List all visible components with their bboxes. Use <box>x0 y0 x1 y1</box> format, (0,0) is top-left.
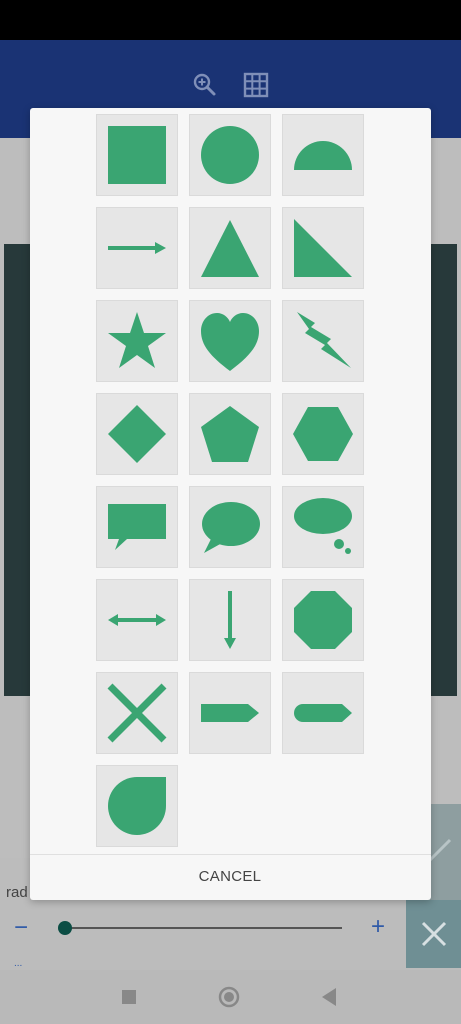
home-icon[interactable] <box>216 984 242 1010</box>
pentagon-arrow-icon <box>201 704 259 722</box>
close-icon <box>421 921 447 947</box>
x-cross-icon <box>107 683 167 743</box>
shape-rectangle-speech-bubble[interactable] <box>96 486 178 568</box>
double-arrow-icon <box>108 614 166 626</box>
lightning-bolt-icon <box>297 312 351 368</box>
arrow-right-icon <box>108 242 166 254</box>
decrease-button[interactable]: − <box>14 916 28 940</box>
square-icon <box>108 126 166 184</box>
octagon-icon <box>294 591 352 649</box>
shape-heart[interactable] <box>189 300 271 382</box>
heart-icon <box>201 313 259 371</box>
zoom-in-icon[interactable] <box>192 72 218 98</box>
shape-pentagon[interactable] <box>189 393 271 475</box>
shape-triangle[interactable] <box>189 207 271 289</box>
shape-arrow-down[interactable] <box>189 579 271 661</box>
shape-circle[interactable] <box>189 114 271 196</box>
diamond-icon <box>108 405 166 463</box>
radius-label: rad <box>6 884 28 901</box>
shape-square[interactable] <box>96 114 178 196</box>
increase-button[interactable]: + <box>371 915 385 939</box>
arrow-down-icon <box>224 591 236 649</box>
shape-octagon[interactable] <box>282 579 364 661</box>
triangle-icon <box>201 220 259 277</box>
shape-x-cross[interactable] <box>96 672 178 754</box>
shape-thought-bubble[interactable] <box>282 486 364 568</box>
rectangle-speech-bubble-icon <box>108 504 166 550</box>
rounded-tag-icon <box>294 704 352 722</box>
half-circle-icon <box>294 141 352 170</box>
shape-lightning-bolt[interactable] <box>282 300 364 382</box>
shape-picker-dialog: CANCEL <box>30 108 431 900</box>
teardrop-icon <box>108 777 166 835</box>
recents-icon[interactable] <box>116 984 142 1010</box>
cancel-button[interactable]: CANCEL <box>180 863 280 889</box>
system-nav-bar <box>0 970 461 1024</box>
tiny-label: ... <box>14 958 23 969</box>
star-icon <box>108 312 166 368</box>
close-action-button[interactable] <box>406 900 461 968</box>
shape-arrow-right[interactable] <box>96 207 178 289</box>
shape-half-circle[interactable] <box>282 114 364 196</box>
back-icon[interactable] <box>316 984 342 1010</box>
thought-bubble-icon <box>294 498 352 554</box>
oval-speech-bubble-icon <box>202 502 260 553</box>
circle-icon <box>201 126 259 184</box>
radius-slider-track[interactable] <box>60 927 342 929</box>
shape-right-triangle[interactable] <box>282 207 364 289</box>
shape-oval-speech-bubble[interactable] <box>189 486 271 568</box>
radius-slider-thumb[interactable] <box>58 921 72 935</box>
shape-double-arrow[interactable] <box>96 579 178 661</box>
grid-icon[interactable] <box>243 72 269 98</box>
shape-star[interactable] <box>96 300 178 382</box>
right-triangle-icon <box>294 219 352 277</box>
dialog-divider <box>30 854 431 855</box>
pentagon-icon <box>201 406 259 462</box>
shape-teardrop[interactable] <box>96 765 178 847</box>
shape-rounded-tag[interactable] <box>282 672 364 754</box>
hexagon-icon <box>293 407 353 461</box>
shape-pentagon-arrow[interactable] <box>189 672 271 754</box>
status-bar <box>0 0 461 40</box>
shape-hexagon[interactable] <box>282 393 364 475</box>
shape-diamond[interactable] <box>96 393 178 475</box>
